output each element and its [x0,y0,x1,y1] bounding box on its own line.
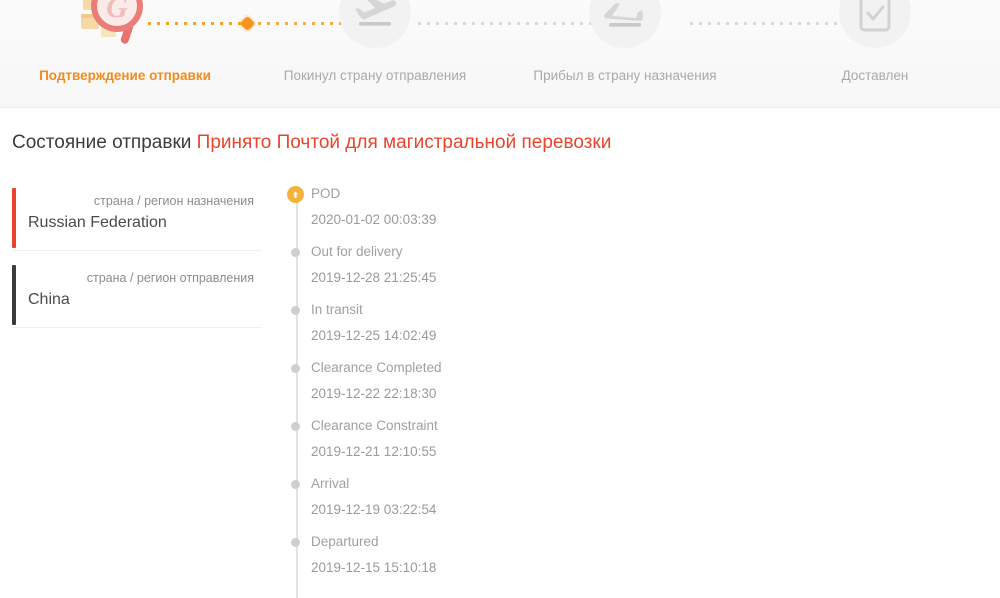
progress-steps: Order Tracking G Подтверждение [0,0,1000,107]
country-cards: страна / регион назначения Russian Feder… [0,186,262,592]
progress-step-label: Прибыл в страну назначения [533,68,717,83]
shipment-status-line: Состояние отправки Принято Почтой для ма… [0,108,1000,154]
card-accent-bar [12,188,16,248]
plane-arrival-icon [589,0,661,48]
timeline-event[interactable]: Arrival 2019-12-19 03:22:54 [291,476,1000,517]
timeline-event[interactable]: POD 2020-01-02 00:03:39 [287,186,1000,227]
timeline-event-title: Clearance Constraint [311,418,438,433]
dot-icon [291,422,300,431]
dot-icon [291,248,300,257]
dot-icon [291,364,300,373]
destination-country-caption: страна / регион назначения [93,194,254,208]
dot-icon [291,306,300,315]
timeline-event-time: 2019-12-25 14:02:49 [311,328,437,343]
progress-step-arrived-destination-country[interactable]: Прибыл в страну назначения [500,0,750,107]
timeline-event[interactable]: Out for delivery 2019-12-28 21:25:45 [291,244,1000,285]
origin-country-caption: страна / регион отправления [86,271,254,285]
timeline-event[interactable]: In transit 2019-12-25 14:02:49 [291,302,1000,343]
destination-country-value: Russian Federation [28,214,167,231]
progress-step-delivered[interactable]: Доставлен [750,0,1000,107]
timeline-event-title: Arrival [311,476,350,491]
clipboard-check-icon [839,0,911,48]
timeline-event[interactable]: Clearance Completed 2019-12-22 22:18:30 [291,360,1000,401]
origin-country-value: China [28,291,70,308]
dot-icon [291,538,300,547]
progress-step-shipment-confirmed[interactable]: Order Tracking G Подтверждение [0,0,250,107]
shipment-status-label: Состояние отправки [12,132,192,153]
dot-icon [291,480,300,489]
timeline-event[interactable]: Clearance Constraint 2019-12-21 12:10:55 [291,418,1000,459]
timeline-event-time: 2019-12-15 15:10:18 [311,560,437,575]
origin-country-card: страна / регион отправления China [12,263,262,328]
timeline-event-time: 2020-01-02 00:03:39 [311,212,437,227]
timeline-event-time: 2019-12-21 12:10:55 [311,444,437,459]
tracking-events-timeline: POD 2020-01-02 00:03:39 Out for delivery… [287,186,1000,598]
timeline-event-time: 2019-12-22 22:18:30 [311,386,437,401]
timeline-event-time: 2019-12-19 03:22:54 [311,502,437,517]
progress-step-left-origin-country[interactable]: Покинул страну отправления [250,0,500,107]
info-badge-icon [287,186,304,203]
svg-text:G: G [106,0,128,24]
timeline-event-title: Departured [311,534,379,549]
progress-step-label: Покинул страну отправления [283,68,467,83]
card-accent-bar [12,265,16,325]
timeline-event-title: Clearance Completed [311,360,442,375]
timeline-event-title: POD [311,186,341,201]
timeline-event-title: Out for delivery [311,244,403,259]
tracking-page: { "logo": { "line1": "Order", "line2": "… [0,0,1000,598]
timeline-event-time: 2019-12-28 21:25:45 [311,270,437,285]
progress-step-label: Доставлен [841,68,909,83]
magnifier-packages-logo: Order Tracking G [65,0,185,54]
timeline-event-title: In transit [311,302,363,317]
shipment-progress-header: Order Tracking G Подтверждение [0,0,1000,108]
progress-step-label: Подтверждение отправки [39,68,211,83]
destination-country-card: страна / регион назначения Russian Feder… [12,186,262,251]
shipment-status-value: Принято Почтой для магистральной перевоз… [196,132,612,153]
tracking-body: страна / регион назначения Russian Feder… [0,154,1000,598]
plane-departure-icon [339,0,411,48]
timeline-event[interactable]: Departured 2019-12-15 15:10:18 [291,534,1000,575]
